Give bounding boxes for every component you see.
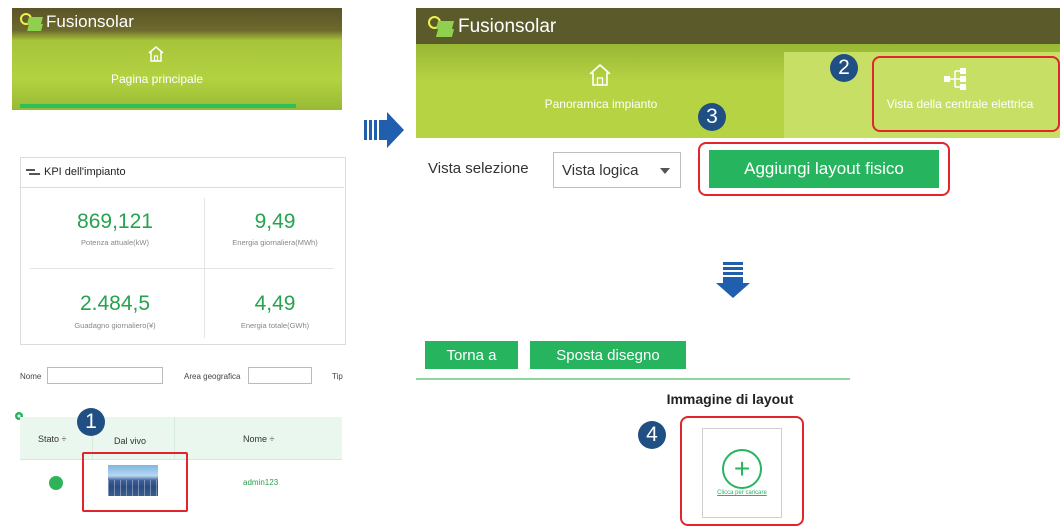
fusionsolar-logo-icon — [20, 13, 43, 31]
step-badge-3: 3 — [698, 103, 726, 131]
kpi-value-daily-energy: 9,49 — [254, 210, 296, 233]
highlight-live-cell — [82, 452, 188, 512]
view-selection-label: Vista selezione — [428, 160, 529, 177]
filter-type-label: Tip — [332, 372, 343, 381]
filter-area-label: Area geografica — [184, 372, 241, 381]
kpi-label-daily-revenue: Guadagno giornaliero(¥) — [74, 321, 156, 330]
filter-name-input[interactable] — [47, 367, 163, 384]
highlight-plant-view-tab — [872, 56, 1060, 132]
column-header-name[interactable]: Nome ÷ — [243, 434, 274, 444]
left-logo: Fusionsolar — [20, 12, 134, 32]
view-select-value: Vista logica — [562, 161, 639, 179]
arrow-down-icon — [716, 262, 750, 298]
filter-name-label: Nome — [20, 372, 42, 381]
left-app-title: Fusionsolar — [46, 12, 134, 31]
kpi-header: KPI dell'impianto — [20, 157, 344, 188]
home-icon[interactable] — [146, 44, 166, 64]
kpi-label-total-energy: Energia totale(GWh) — [240, 321, 310, 330]
plant-name-link[interactable]: admin123 — [243, 478, 278, 487]
kpi-label-daily-energy: Energia giornaliera(MWh) — [232, 238, 318, 247]
nav-tab-overview[interactable]: Panoramica impianto — [524, 97, 678, 111]
step-badge-2: 2 — [830, 54, 858, 82]
back-button[interactable]: Torna a — [425, 341, 518, 369]
kpi-value-power: 869,121 — [77, 210, 153, 233]
kpi-value-daily-revenue: 2.484,5 — [79, 292, 151, 315]
right-logo: Fusionsolar — [428, 16, 556, 38]
step-badge-1: 1 — [77, 408, 105, 436]
kpi-value-total-energy: 4,49 — [254, 292, 296, 315]
column-header-status[interactable]: Stato ÷ — [38, 434, 66, 444]
highlight-add-layout-button — [698, 142, 950, 196]
status-dot — [49, 476, 63, 490]
arrow-right-icon — [364, 112, 404, 148]
step-badge-4: 4 — [638, 421, 666, 449]
highlight-upload-area — [680, 416, 804, 526]
layout-image-title: Immagine di layout — [666, 391, 794, 407]
section-divider — [416, 378, 850, 380]
kpi-divider-h — [30, 268, 334, 269]
nav-home-label[interactable]: Pagina principale — [80, 72, 234, 86]
filter-area-input[interactable] — [248, 367, 312, 384]
active-tab-indicator — [20, 104, 296, 108]
kpi-title: KPI dell'impianto — [44, 166, 126, 178]
kpi-icon — [26, 168, 40, 177]
view-select[interactable]: Vista logica — [553, 152, 681, 188]
column-header-live: Dal vivo — [114, 436, 147, 446]
chevron-down-icon — [660, 168, 670, 174]
home-icon[interactable] — [587, 62, 613, 88]
kpi-label-power: Potenza attuale(kW) — [81, 238, 149, 247]
right-app-title: Fusionsolar — [458, 16, 557, 37]
move-drawing-button[interactable]: Sposta disegno — [530, 341, 686, 369]
fusionsolar-logo-icon — [428, 16, 455, 38]
